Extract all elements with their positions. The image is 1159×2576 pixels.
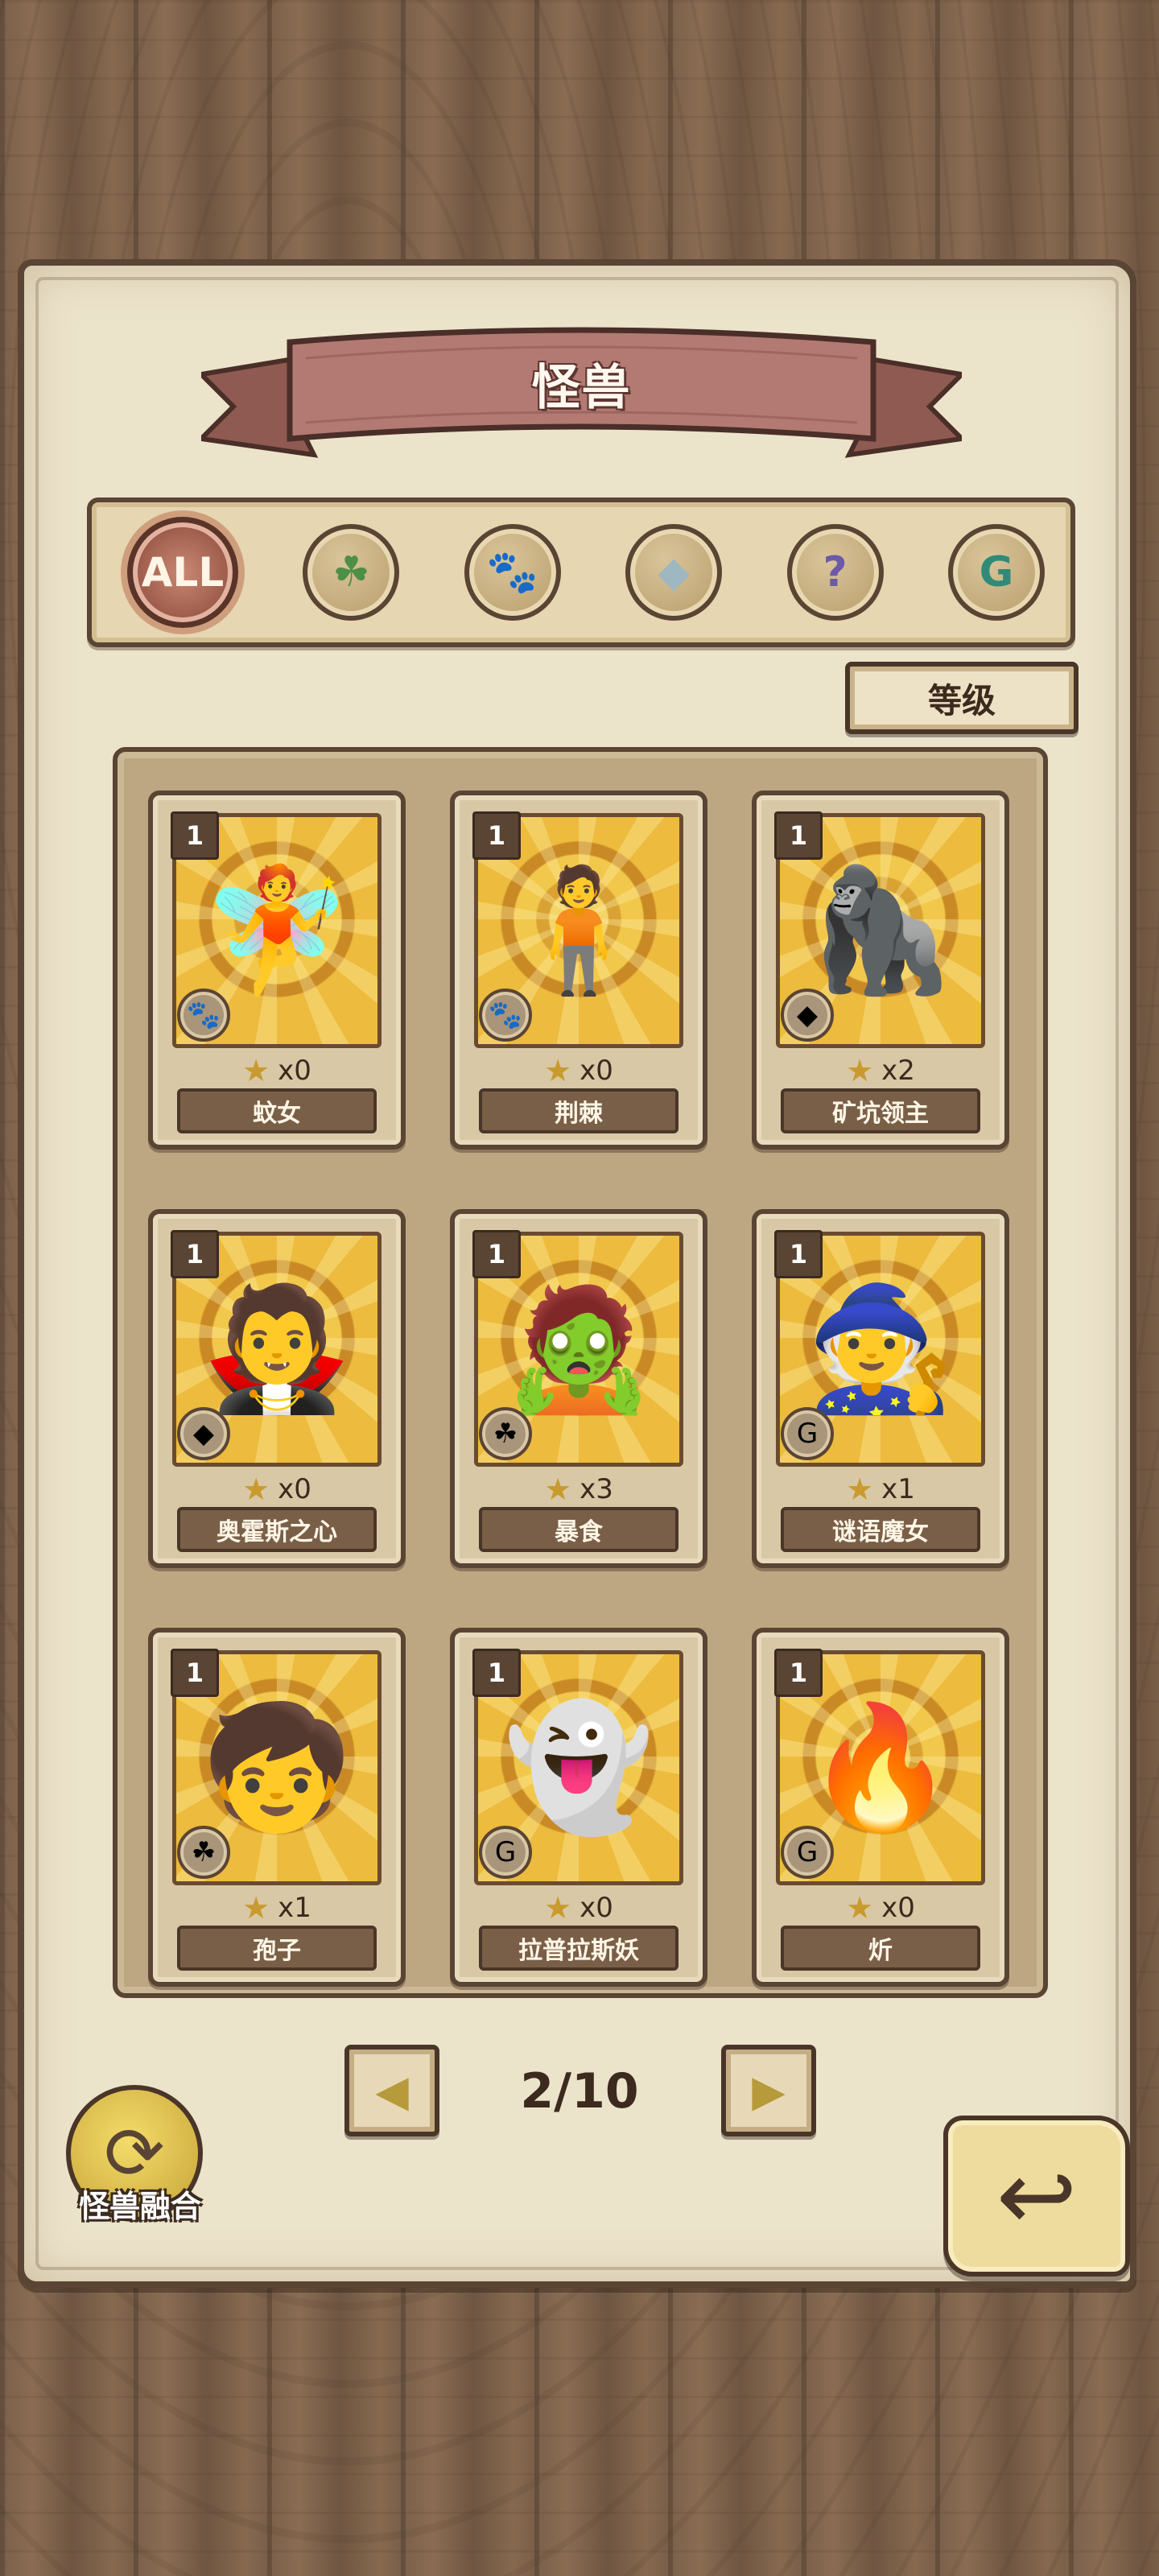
monster-card[interactable]: 🧚 1 🐾 ★ x0 蚊女 xyxy=(148,791,406,1150)
monster-card[interactable]: 🧟 1 ☘ ★ x3 暴食 xyxy=(450,1209,707,1568)
star-count: ★ x0 xyxy=(757,1890,1004,1926)
level-badge: 1 xyxy=(472,1230,521,1278)
monster-card[interactable]: 🧒 1 ☘ ★ x1 孢子 xyxy=(148,1628,406,1987)
leaf-icon: ☘ xyxy=(177,1826,230,1879)
spiral-icon: G xyxy=(781,1407,834,1460)
count-label: x0 xyxy=(881,1892,915,1924)
star-icon: ★ xyxy=(544,1890,572,1926)
monster-name: 暴食 xyxy=(479,1507,678,1552)
star-icon: ★ xyxy=(242,1053,270,1088)
filter-unknown-button[interactable]: ? xyxy=(786,524,884,621)
filter-all-button[interactable]: ALL xyxy=(127,517,238,628)
spiral-icon: G xyxy=(479,1826,532,1879)
count-label: x1 xyxy=(278,1892,311,1924)
monster-portrait: 🦍 xyxy=(805,861,956,1001)
monster-card[interactable]: 🧛 1 ◆ ★ x0 奥霍斯之心 xyxy=(148,1209,406,1568)
star-count: ★ x0 xyxy=(153,1472,401,1507)
monster-card[interactable]: 👻 1 G ★ x0 拉普拉斯妖 xyxy=(450,1628,707,1987)
return-arrow-icon: ↩ xyxy=(996,2140,1078,2252)
count-label: x0 xyxy=(580,1055,613,1087)
count-label: x0 xyxy=(278,1473,311,1505)
count-label: x0 xyxy=(278,1055,311,1087)
leaf-icon: ☘ xyxy=(332,548,370,597)
level-badge: 1 xyxy=(472,811,521,860)
page-title: 怪兽 xyxy=(531,360,632,416)
monster-name: 荆棘 xyxy=(479,1088,678,1133)
monster-grid: 🧚 1 🐾 ★ x0 蚊女 🧍 1 🐾 ★ x0 荆棘 🦍 1 ◆ ★ x2 矿坑领主… xyxy=(113,747,1048,1998)
prev-page-button[interactable]: ◀ xyxy=(344,2045,439,2136)
monster-portrait: 🧟 xyxy=(503,1279,654,1419)
monster-portrait: 🧍 xyxy=(503,861,654,1001)
filter-spirit-button[interactable]: G xyxy=(947,524,1045,621)
star-count: ★ x2 xyxy=(757,1053,1004,1088)
level-badge: 1 xyxy=(472,1649,521,1697)
count-label: x3 xyxy=(580,1473,613,1505)
monster-portrait: 🧚 xyxy=(201,861,353,1001)
filter-plant-button[interactable]: ☘ xyxy=(303,524,400,621)
monster-name: 蚊女 xyxy=(177,1088,377,1133)
all-label: ALL xyxy=(141,549,225,596)
count-label: x0 xyxy=(580,1892,613,1924)
monster-name: 孢子 xyxy=(177,1926,377,1971)
crystal-icon: ◆ xyxy=(658,548,691,597)
paw-icon: 🐾 xyxy=(486,548,539,597)
star-count: ★ x1 xyxy=(757,1472,1004,1507)
level-badge: 1 xyxy=(171,1649,219,1697)
star-icon: ★ xyxy=(242,1890,270,1926)
monster-card[interactable]: 🔥 1 G ★ x0 炘 xyxy=(752,1628,1009,1987)
filter-bar: ALL ☘ 🐾 ◆ ? G xyxy=(87,497,1075,647)
monster-name: 矿坑领主 xyxy=(781,1088,980,1133)
monster-name: 谜语魔女 xyxy=(781,1507,980,1552)
monster-portrait: 👻 xyxy=(503,1698,654,1838)
spiral-icon: G xyxy=(979,548,1014,597)
star-count: ★ x0 xyxy=(153,1053,401,1088)
monster-portrait: 🔥 xyxy=(805,1698,956,1838)
chevron-left-icon: ◀ xyxy=(375,2065,409,2116)
star-count: ★ x3 xyxy=(455,1472,703,1507)
monster-name: 炘 xyxy=(781,1926,980,1971)
star-icon: ★ xyxy=(544,1053,572,1088)
chevron-right-icon: ▶ xyxy=(752,2065,786,2116)
filter-beast-button[interactable]: 🐾 xyxy=(464,524,561,621)
star-count: ★ x0 xyxy=(455,1890,703,1926)
spiral-icon: G xyxy=(781,1826,834,1879)
monster-card[interactable]: 🦍 1 ◆ ★ x2 矿坑领主 xyxy=(752,791,1009,1150)
star-icon: ★ xyxy=(544,1472,572,1507)
star-icon: ★ xyxy=(846,1472,874,1507)
title-ribbon: 怪兽 xyxy=(196,318,967,479)
sort-level-button[interactable]: 等级 xyxy=(845,662,1079,734)
page-indicator: 2/10 xyxy=(520,2063,639,2120)
paw-icon: 🐾 xyxy=(479,989,532,1042)
level-badge: 1 xyxy=(774,1230,823,1278)
monster-portrait: 🧛 xyxy=(201,1279,353,1419)
level-badge: 1 xyxy=(774,1649,823,1697)
star-count: ★ x0 xyxy=(455,1053,703,1088)
level-badge: 1 xyxy=(171,1230,219,1278)
monster-fusion-button[interactable]: ⟳ 怪兽融合 xyxy=(58,2085,211,2230)
monster-portrait: 🧒 xyxy=(201,1698,353,1838)
monster-card[interactable]: 🧍 1 🐾 ★ x0 荆棘 xyxy=(450,791,707,1150)
crystal-icon: ◆ xyxy=(177,1407,230,1460)
star-icon: ★ xyxy=(846,1053,874,1088)
question-icon: ? xyxy=(823,548,848,597)
star-icon: ★ xyxy=(846,1890,874,1926)
paw-icon: 🐾 xyxy=(177,989,230,1042)
monster-card[interactable]: 🧙 1 G ★ x1 谜语魔女 xyxy=(752,1209,1009,1568)
count-label: x2 xyxy=(881,1055,915,1087)
star-count: ★ x1 xyxy=(153,1890,401,1926)
back-button[interactable]: ↩ xyxy=(943,2116,1130,2277)
crystal-icon: ◆ xyxy=(781,989,834,1042)
filter-mineral-button[interactable]: ◆ xyxy=(625,524,723,621)
monster-portrait: 🧙 xyxy=(805,1279,956,1419)
star-icon: ★ xyxy=(242,1472,270,1507)
level-badge: 1 xyxy=(774,811,823,860)
monster-name: 拉普拉斯妖 xyxy=(479,1926,678,1971)
monster-name: 奥霍斯之心 xyxy=(177,1507,377,1552)
count-label: x1 xyxy=(881,1473,915,1505)
level-badge: 1 xyxy=(171,811,219,860)
leaf-icon: ☘ xyxy=(479,1407,532,1460)
fusion-label: 怪兽融合 xyxy=(78,2189,201,2224)
next-page-button[interactable]: ▶ xyxy=(721,2045,816,2136)
